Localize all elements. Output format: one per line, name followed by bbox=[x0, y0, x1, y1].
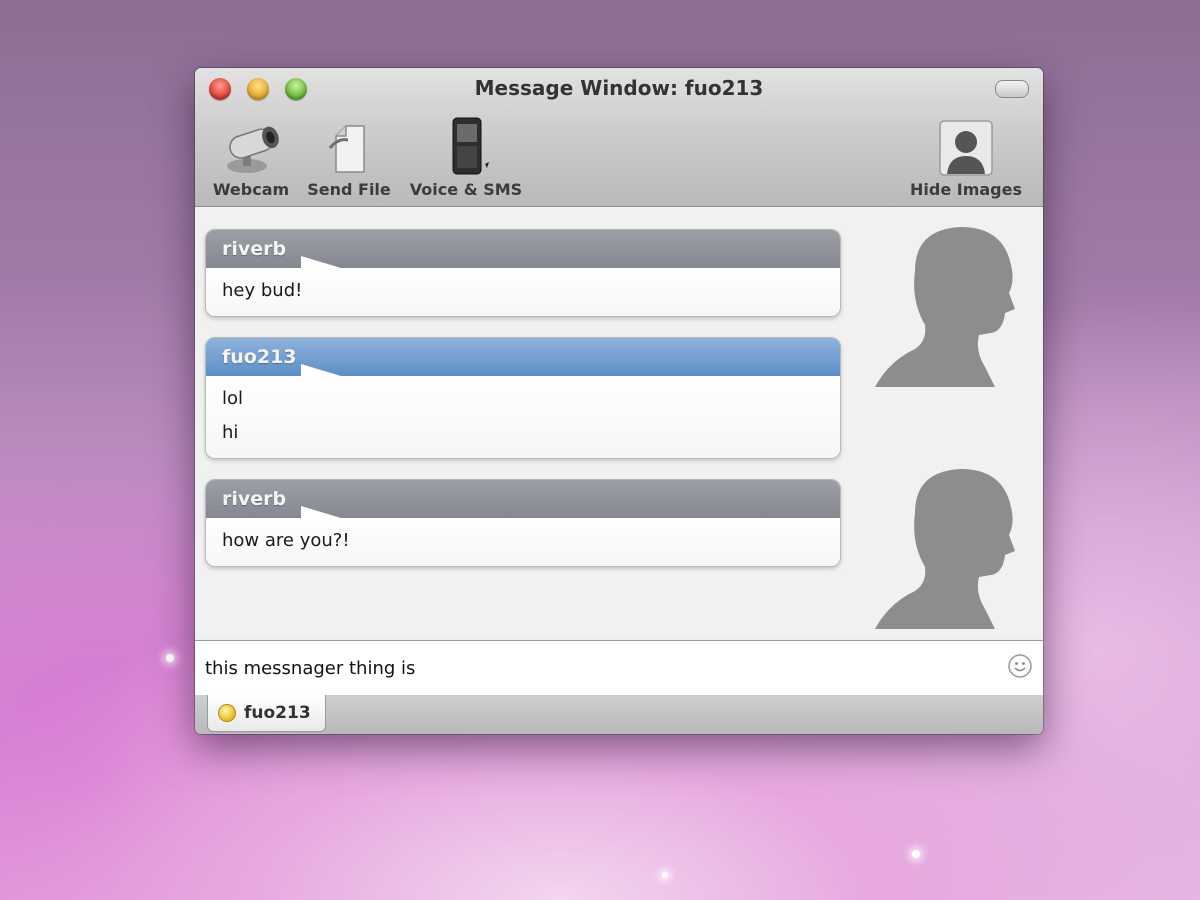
buddy-avatar bbox=[875, 469, 1015, 629]
voice-sms-label: Voice & SMS bbox=[409, 180, 523, 199]
message-sender: riverb bbox=[222, 238, 287, 260]
tab-label: fuo213 bbox=[244, 703, 311, 723]
titlebar: Message Window: fuo213 Webcam Send File … bbox=[195, 68, 1043, 207]
message-header: fuo213 bbox=[206, 338, 840, 376]
phone-icon bbox=[405, 114, 527, 176]
send-file-button[interactable]: Send File bbox=[303, 114, 395, 199]
user-silhouette-icon bbox=[903, 114, 1029, 176]
wallpaper-sparkle bbox=[662, 872, 668, 878]
chat-transcript[interactable]: riverb hey bud! fuo213 lol hi riverb how… bbox=[195, 207, 1043, 639]
status-available-icon bbox=[218, 704, 236, 722]
message-window: Message Window: fuo213 Webcam Send File … bbox=[195, 68, 1043, 734]
conversation-tabs: fuo213 bbox=[195, 695, 1043, 734]
message-sender: fuo213 bbox=[222, 346, 297, 368]
message-line: how are you?! bbox=[222, 530, 350, 551]
webcam-label: Webcam bbox=[212, 180, 290, 199]
message-body: hey bud! bbox=[206, 268, 840, 316]
toolbar-toggle-button[interactable] bbox=[995, 80, 1029, 98]
send-file-icon bbox=[303, 114, 395, 176]
message-sender: riverb bbox=[222, 488, 287, 510]
wallpaper-sparkle bbox=[166, 654, 174, 662]
tab-fuo213[interactable]: fuo213 bbox=[207, 695, 326, 732]
webcam-icon bbox=[209, 114, 293, 176]
message-bubble: riverb hey bud! bbox=[205, 229, 841, 317]
webcam-button[interactable]: Webcam bbox=[209, 114, 293, 199]
message-input[interactable] bbox=[203, 651, 987, 685]
message-bubble: riverb how are you?! bbox=[205, 479, 841, 567]
message-line: hey bud! bbox=[222, 280, 303, 301]
buddy-avatar bbox=[875, 227, 1015, 387]
message-header: riverb bbox=[206, 230, 840, 268]
composer bbox=[195, 640, 1043, 696]
message-header: riverb bbox=[206, 480, 840, 518]
message-line: lol bbox=[222, 388, 244, 409]
smiley-icon bbox=[1008, 654, 1032, 678]
voice-sms-button[interactable]: Voice & SMS bbox=[405, 114, 527, 199]
message-body: how are you?! bbox=[206, 518, 840, 566]
emoticon-picker-button[interactable] bbox=[1007, 653, 1033, 679]
message-bubble: fuo213 lol hi bbox=[205, 337, 841, 459]
send-file-label: Send File bbox=[307, 180, 391, 199]
hide-images-label: Hide Images bbox=[910, 180, 1022, 199]
window-title: Message Window: fuo213 bbox=[474, 76, 764, 100]
message-line: hi bbox=[222, 422, 239, 443]
wallpaper-sparkle bbox=[912, 850, 920, 858]
message-body: lol hi bbox=[206, 376, 840, 458]
hide-images-button[interactable]: Hide Images bbox=[903, 114, 1029, 199]
